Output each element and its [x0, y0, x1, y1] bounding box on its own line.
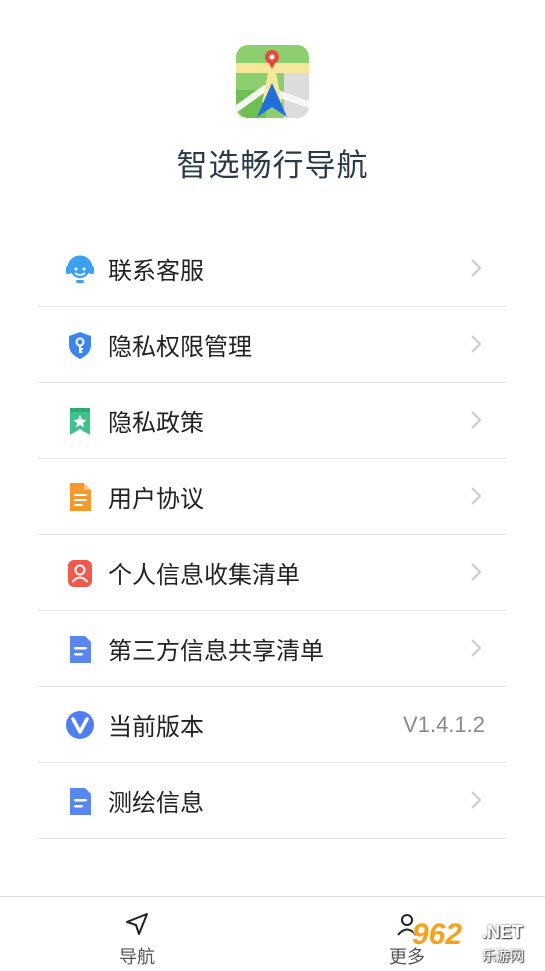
- menu-label: 用户协议: [108, 485, 204, 513]
- navigation-arrow-icon: [126, 913, 148, 935]
- person-card-icon: [64, 557, 96, 589]
- version-v-icon: [64, 709, 96, 741]
- document-lines-icon: [64, 633, 96, 665]
- menu-label: 联系客服: [108, 257, 204, 285]
- chevron-right-icon: [471, 411, 482, 429]
- document-lines-icon: [64, 785, 96, 817]
- chevron-right-icon: [471, 791, 482, 809]
- menu-label: 隐私权限管理: [108, 333, 252, 361]
- watermark-domain: .NET: [482, 922, 524, 942]
- document-icon: [64, 481, 96, 513]
- chevron-right-icon: [471, 487, 482, 505]
- watermark-number: 962: [412, 918, 463, 951]
- watermark-sub: 乐游网: [482, 949, 524, 965]
- bookmark-star-icon: [64, 405, 96, 437]
- menu-label: 当前版本: [108, 713, 204, 741]
- menu-item-personal-info-list[interactable]: 个人信息收集清单: [38, 535, 507, 611]
- menu-item-surveying-info[interactable]: 测绘信息: [38, 763, 507, 839]
- menu-item-current-version[interactable]: 当前版本 V1.4.1.2: [38, 687, 507, 763]
- chevron-right-icon: [471, 563, 482, 581]
- menu-label: 个人信息收集清单: [108, 561, 300, 589]
- site-watermark: 962 .NET 乐游网: [412, 918, 545, 970]
- tab-navigation[interactable]: 导航: [92, 897, 182, 971]
- customer-service-icon: [64, 253, 96, 285]
- app-name: 智选畅行导航: [176, 148, 369, 184]
- menu-label: 第三方信息共享清单: [108, 637, 324, 665]
- settings-menu: 联系客服 隐私权限管理 隐私政策 用户协议 个人信息收集清单 第三方信息共享清单…: [38, 231, 507, 839]
- app-header: 智选畅行导航: [0, 0, 545, 230]
- app-logo: [236, 45, 309, 118]
- shield-key-icon: [64, 329, 96, 361]
- menu-item-privacy-permissions[interactable]: 隐私权限管理: [38, 307, 507, 383]
- menu-item-third-party-sharing[interactable]: 第三方信息共享清单: [38, 611, 507, 687]
- chevron-right-icon: [471, 639, 482, 657]
- version-value: V1.4.1.2: [403, 711, 485, 737]
- menu-item-privacy-policy[interactable]: 隐私政策: [38, 383, 507, 459]
- menu-label: 隐私政策: [108, 409, 204, 437]
- menu-item-user-agreement[interactable]: 用户协议: [38, 459, 507, 535]
- menu-label: 测绘信息: [108, 789, 204, 817]
- chevron-right-icon: [471, 335, 482, 353]
- tab-label: 导航: [119, 947, 155, 968]
- chevron-right-icon: [471, 259, 482, 277]
- menu-item-contact-support[interactable]: 联系客服: [38, 231, 507, 307]
